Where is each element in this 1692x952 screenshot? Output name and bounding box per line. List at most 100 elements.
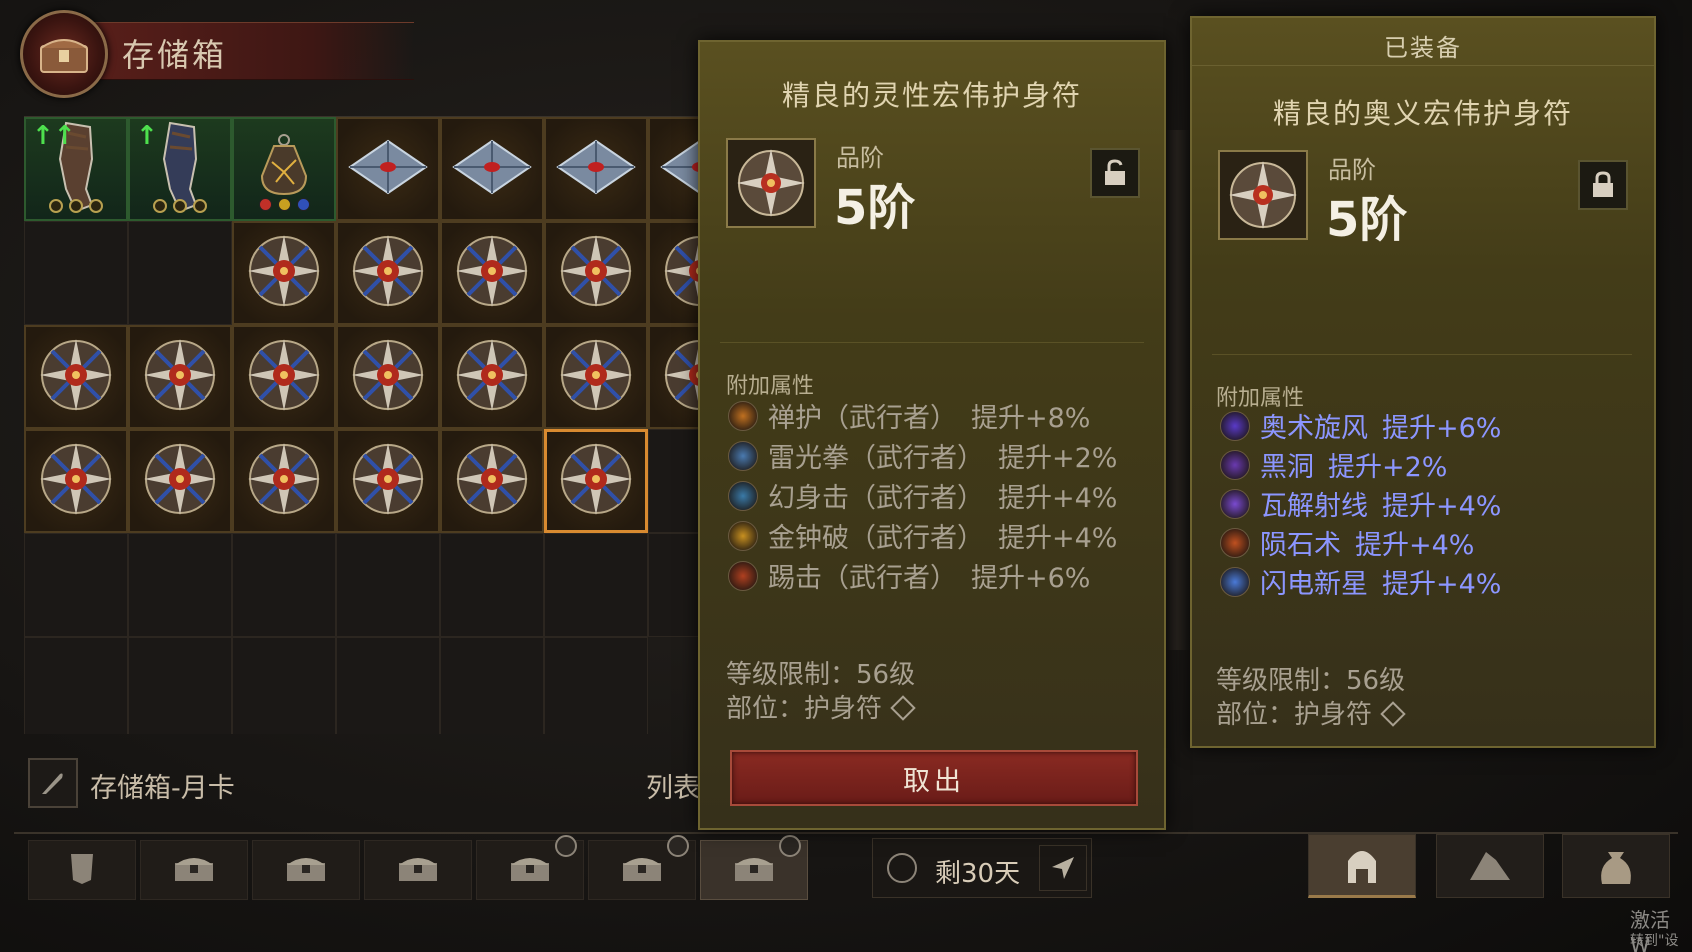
stash-slot-diamond[interactable] (440, 117, 544, 221)
amulet-icon (346, 333, 430, 421)
timer-badge-icon (779, 835, 801, 857)
affix-value: 提升+4% (1382, 569, 1502, 600)
stash-slot-empty[interactable] (24, 637, 128, 734)
amulet-icon (450, 437, 534, 525)
stash-slot-charm[interactable] (648, 325, 700, 429)
stash-slot-charm[interactable] (336, 325, 440, 429)
stash-slot-empty[interactable] (544, 637, 648, 734)
lock-icon[interactable] (1578, 160, 1628, 210)
stash-slot-diamond[interactable] (336, 117, 440, 221)
stash-slot-charm[interactable] (232, 325, 336, 429)
stash-slot-empty[interactable] (232, 533, 336, 637)
amulet-icon (554, 333, 638, 421)
stash-slot-charm[interactable] (232, 429, 336, 533)
affix-row: 幻身击（武行者） 提升+4% (728, 476, 1117, 515)
stash-slot-amulet-bag[interactable] (232, 117, 336, 221)
stash-slot-charm[interactable] (648, 221, 700, 325)
affix-value: 提升+2% (998, 443, 1118, 474)
stash-slot-charm[interactable] (440, 325, 544, 429)
disintegrate-icon (1220, 488, 1250, 519)
stash-slot-empty[interactable] (232, 637, 336, 734)
socketed-gem-icon (258, 198, 272, 211)
stash-slot-empty[interactable] (544, 533, 648, 637)
stash-slot-charm[interactable] (544, 325, 648, 429)
affix-skill: 金钟破（武行者） (768, 523, 984, 554)
stash-slot-diamond[interactable] (648, 117, 700, 221)
stash-slot-charm[interactable] (24, 429, 128, 533)
stash-slot-empty[interactable] (128, 221, 232, 325)
stash-slot-empty[interactable] (336, 533, 440, 637)
amulet-icon (242, 333, 326, 421)
quill-icon[interactable] (28, 758, 78, 808)
stash-slot-empty[interactable] (440, 637, 544, 734)
send-icon[interactable] (1039, 845, 1087, 891)
clock-icon (887, 853, 917, 883)
socket-icon (193, 199, 207, 213)
stash-slot-empty[interactable] (336, 637, 440, 734)
stash-slot-gauntlet-blue[interactable]: ↑ (128, 117, 232, 221)
list-view-button[interactable]: 列表 (646, 766, 700, 805)
stash-slot-empty[interactable] (24, 221, 128, 325)
stash-slot-empty[interactable] (128, 637, 232, 734)
materials-tab[interactable] (1436, 834, 1544, 898)
gem-icon (450, 137, 534, 201)
stash-slot-charm[interactable] (336, 429, 440, 533)
socket-icon (69, 199, 83, 213)
affix-skill: 陨石术 (1260, 530, 1341, 561)
black-hole-icon (1220, 449, 1250, 480)
stash-slot-empty[interactable] (24, 533, 128, 637)
character-helmet-tab[interactable] (1308, 834, 1416, 898)
gem-icon (658, 137, 700, 201)
stash-slot-charm[interactable] (336, 221, 440, 325)
equipped-header: 已装备 (1192, 18, 1654, 66)
amulet-icon (34, 333, 118, 421)
affix-row: 雷光拳（武行者） 提升+2% (728, 436, 1117, 475)
stash-tab-bar (14, 832, 1678, 900)
upgrade-arrow-icon: ↑ (136, 121, 158, 151)
amulet-icon (346, 229, 430, 317)
stash-title: 存储箱 (122, 36, 228, 74)
stash-slot-charm[interactable] (544, 221, 648, 325)
affix-value: 提升+4% (1382, 491, 1502, 522)
meteor-icon (1220, 527, 1250, 558)
stash-slot-charm[interactable] (440, 429, 544, 533)
affix-row: 瓦解射线 提升+4% (1220, 484, 1501, 523)
bag-tab[interactable] (1562, 834, 1670, 898)
stash-slot-charm[interactable] (128, 325, 232, 429)
armor-tab[interactable] (28, 840, 136, 900)
stash-tab[interactable] (252, 840, 360, 900)
amulet-icon (554, 229, 638, 317)
month-card-label: 存储箱-月卡 (90, 773, 235, 804)
amulet-slot-icon (1380, 701, 1407, 727)
timer-badge-icon (667, 835, 689, 857)
unlock-icon[interactable] (1090, 148, 1140, 198)
stash-tab[interactable] (700, 835, 808, 900)
affix-value: 提升+4% (1355, 530, 1475, 561)
stash-slot-empty[interactable] (128, 533, 232, 637)
stash-slot-empty[interactable] (440, 533, 544, 637)
stash-slot-diamond[interactable] (544, 117, 648, 221)
stash-tab[interactable] (476, 835, 584, 900)
stash-slot-empty[interactable] (648, 533, 700, 637)
stash-slot-gauntlet[interactable]: ↑↑ (24, 117, 128, 221)
stash-tab[interactable] (364, 840, 472, 900)
gem-icon (346, 137, 430, 201)
socket-icon (49, 199, 63, 213)
stash-tab[interactable] (588, 835, 696, 900)
month-card-row: 存储箱-月卡 列表 (28, 756, 708, 810)
stash-slot-charm[interactable] (232, 221, 336, 325)
affix-skill: 黑洞 (1260, 452, 1314, 483)
affix-value: 提升+4% (998, 523, 1118, 554)
equipped-item-tooltip: 已装备 精良的奥义宏伟护身符 品阶 5阶 附加属性 奥术旋风 提升+6% 黑洞 提升+… (1190, 16, 1656, 748)
stash-slot-charm[interactable] (544, 429, 648, 533)
stash-tab[interactable] (140, 840, 248, 900)
stash-slot-charm[interactable] (24, 325, 128, 429)
stash-slot-charm[interactable] (128, 429, 232, 533)
amulet-icon (726, 138, 816, 228)
amulet-icon (242, 229, 326, 317)
stash-slot-empty[interactable] (648, 429, 700, 533)
take-out-button[interactable]: 取出 (730, 750, 1138, 806)
stash-slot-charm[interactable] (440, 221, 544, 325)
level-requirement: 等级限制：56级 (726, 660, 916, 690)
socket-row (26, 199, 126, 213)
